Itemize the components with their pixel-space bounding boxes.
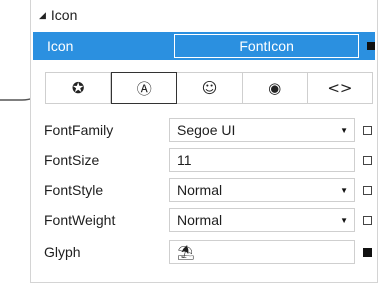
property-marker-icon[interactable] — [363, 215, 372, 225]
fontstyle-row: FontStyle Normal ▼ — [31, 177, 377, 203]
glyph-input[interactable]: ⛱ — [169, 240, 355, 264]
property-marker-icon[interactable] — [363, 155, 372, 165]
collapse-triangle-icon[interactable]: ◢ — [39, 10, 46, 21]
code-brackets-icon[interactable]: <> — [308, 73, 372, 103]
property-marker-icon[interactable] — [363, 247, 372, 257]
dropdown-arrow-icon[interactable]: ▼ — [340, 126, 348, 135]
letter-a-circle-icon[interactable]: Ⓐ — [111, 72, 178, 104]
dropdown-arrow-icon[interactable]: ▼ — [340, 186, 348, 195]
property-marker-icon[interactable] — [363, 125, 372, 135]
dropdown-arrow-icon[interactable]: ▼ — [340, 216, 348, 225]
property-panel: ◢ Icon Icon FontIcon ✪ Ⓐ ☺ ◉ <> FontFami… — [30, 0, 378, 283]
property-marker-icon[interactable] — [363, 185, 372, 195]
fontfamily-label: FontFamily — [44, 122, 114, 138]
icon-property-name: Icon — [47, 38, 74, 54]
fontfamily-row: FontFamily Segoe UI ▼ — [31, 117, 377, 143]
glyph-label: Glyph — [44, 244, 81, 260]
fontfamily-dropdown[interactable]: Segoe UI ▼ — [169, 118, 355, 142]
fontsize-value: 11 — [177, 152, 192, 168]
globe-circle-icon[interactable]: ◉ — [243, 73, 308, 103]
section-title: Icon — [50, 7, 78, 23]
emoji-face-icon[interactable]: ☺ — [177, 73, 243, 103]
icon-type-selector[interactable]: FontIcon — [174, 34, 360, 58]
icon-type-tabs: ✪ Ⓐ ☺ ◉ <> — [45, 72, 373, 104]
fontweight-label: FontWeight — [44, 212, 116, 228]
fontstyle-label: FontStyle — [44, 182, 104, 198]
fontweight-row: FontWeight Normal ▼ — [31, 207, 377, 233]
icon-property-row[interactable]: Icon FontIcon — [33, 32, 375, 60]
icon-section-header[interactable]: ◢ Icon — [31, 0, 377, 30]
fontsize-label: FontSize — [44, 152, 100, 168]
glyph-row: Glyph ⛱ — [31, 239, 377, 265]
fontweight-dropdown[interactable]: Normal ▼ — [169, 208, 355, 232]
fontfamily-value: Segoe UI — [177, 122, 236, 138]
property-marker-icon[interactable] — [367, 42, 375, 50]
fontstyle-value: Normal — [177, 182, 223, 198]
fontsize-input[interactable]: 11 — [169, 148, 355, 172]
star-circle-icon[interactable]: ✪ — [46, 73, 112, 103]
fontweight-value: Normal — [177, 212, 223, 228]
fontsize-row: FontSize 11 — [31, 147, 377, 173]
glyph-value: ⛱ — [177, 243, 195, 260]
fontstyle-dropdown[interactable]: Normal ▼ — [169, 178, 355, 202]
